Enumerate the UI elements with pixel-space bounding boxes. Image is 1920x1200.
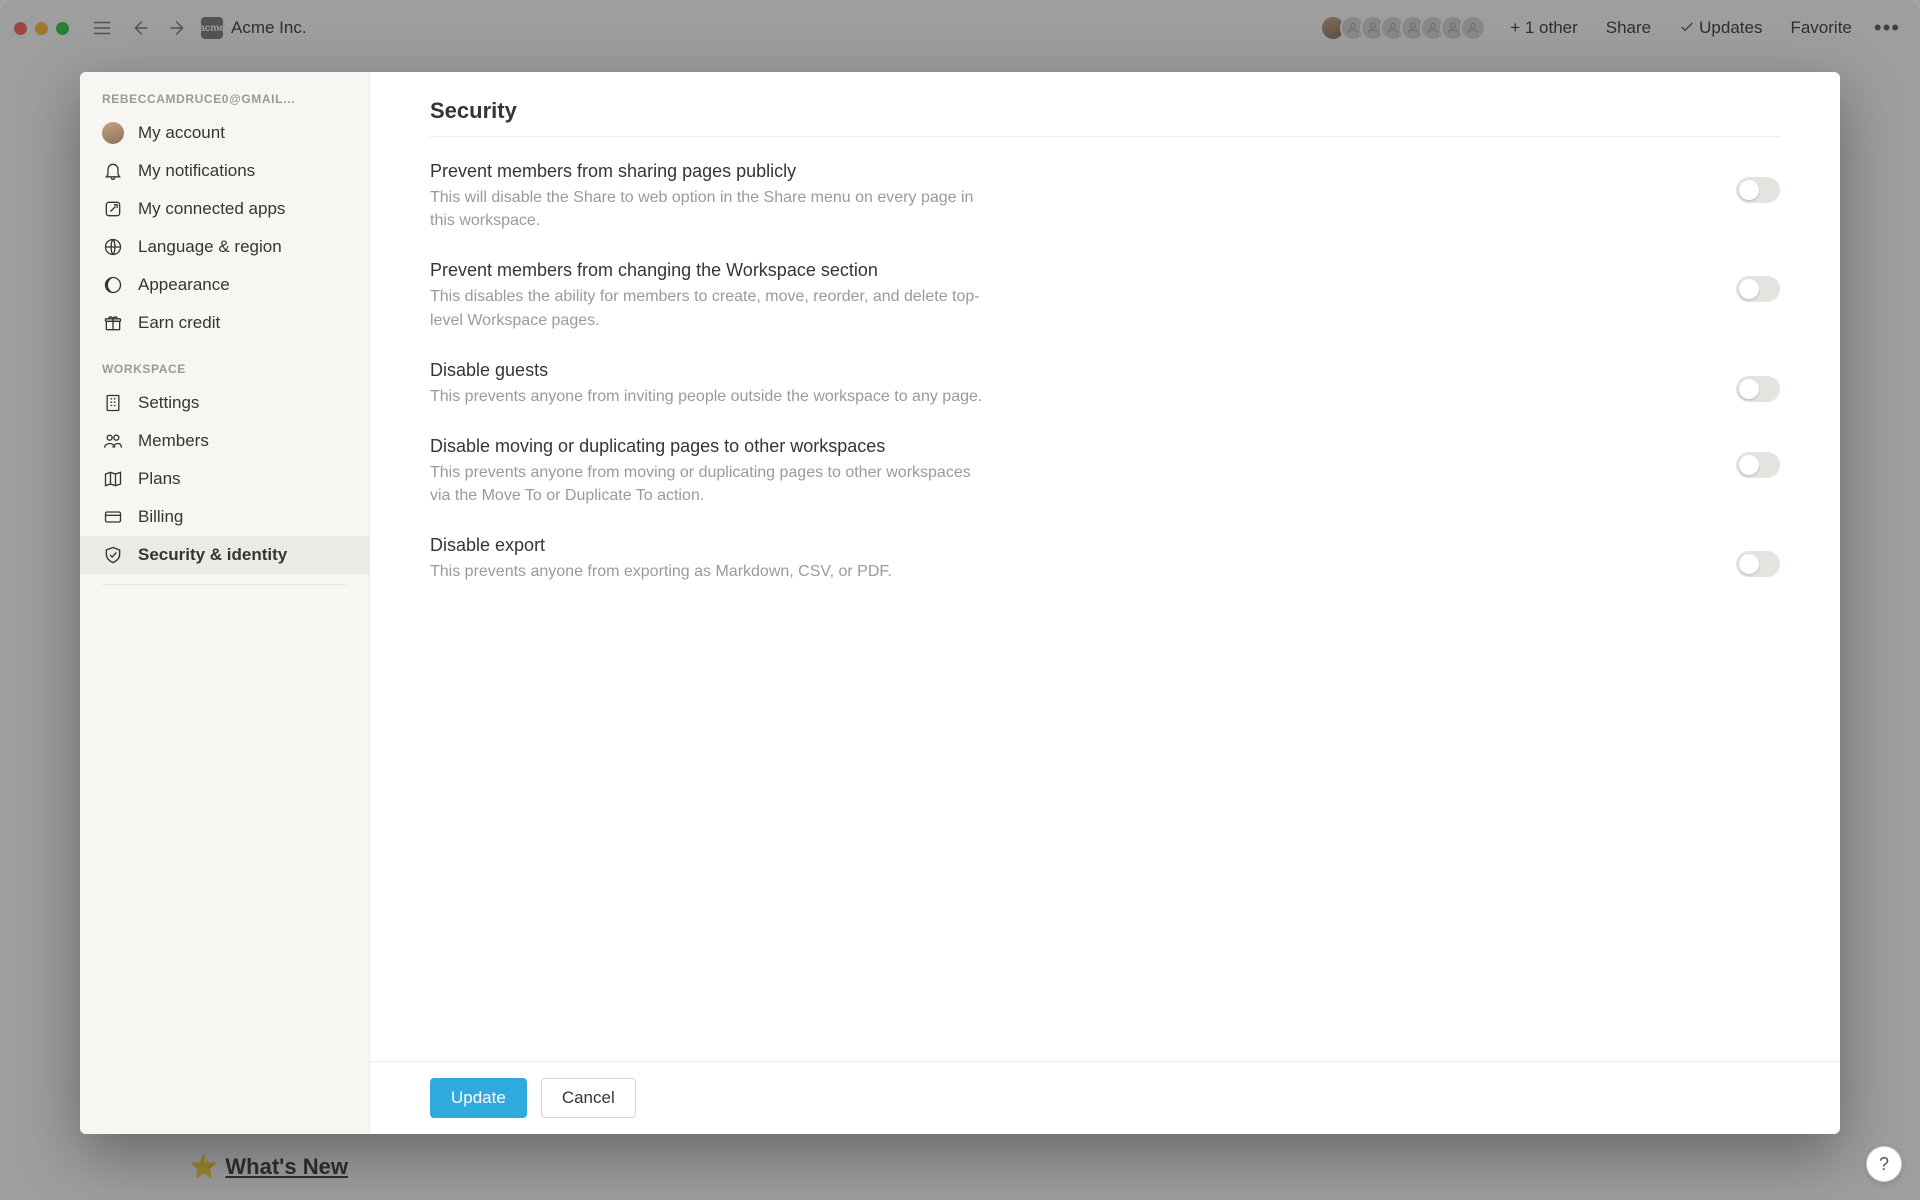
sidebar-item-settings[interactable]: Settings	[80, 384, 369, 422]
setting-description: This will disable the Share to web optio…	[430, 186, 990, 232]
toggle-disable-export[interactable]	[1736, 551, 1780, 577]
sidebar-item-label: Language & region	[138, 237, 282, 257]
gift-icon	[102, 312, 124, 334]
settings-scroll-area: Security Prevent members from sharing pa…	[370, 72, 1840, 1061]
sidebar-item-security[interactable]: Security & identity	[80, 536, 369, 574]
setting-row: Prevent members from changing the Worksp…	[430, 260, 1780, 331]
sidebar-item-label: My connected apps	[138, 199, 285, 219]
toggle-disable-move-duplicate[interactable]	[1736, 452, 1780, 478]
toggle-prevent-workspace-changes[interactable]	[1736, 276, 1780, 302]
setting-description: This prevents anyone from exporting as M…	[430, 560, 990, 583]
setting-row: Disable export This prevents anyone from…	[430, 535, 1780, 583]
cancel-button[interactable]: Cancel	[541, 1078, 636, 1118]
update-button[interactable]: Update	[430, 1078, 527, 1118]
account-section-header: REBECCAMDRUCE0@GMAIL…	[80, 92, 369, 114]
app-window: acme Acme Inc. + 1 other Share Updates F…	[0, 0, 1920, 1200]
building-icon	[102, 392, 124, 414]
sidebar-item-label: My notifications	[138, 161, 255, 181]
sidebar-item-language-region[interactable]: Language & region	[80, 228, 369, 266]
setting-description: This disables the ability for members to…	[430, 285, 990, 331]
avatar-icon	[102, 122, 124, 144]
setting-description: This prevents anyone from inviting peopl…	[430, 385, 990, 408]
sidebar-item-connected-apps[interactable]: My connected apps	[80, 190, 369, 228]
workspace-section-header: WORKSPACE	[80, 362, 369, 384]
page-title: Security	[430, 98, 1780, 137]
sidebar-item-label: Plans	[138, 469, 181, 489]
setting-label: Prevent members from sharing pages publi…	[430, 161, 1696, 182]
globe-icon	[102, 236, 124, 258]
shield-icon	[102, 544, 124, 566]
setting-label: Disable export	[430, 535, 1696, 556]
settings-sidebar: REBECCAMDRUCE0@GMAIL… My account My noti…	[80, 72, 370, 1134]
toggle-prevent-public-sharing[interactable]	[1736, 177, 1780, 203]
settings-main: Security Prevent members from sharing pa…	[370, 72, 1840, 1134]
toggle-disable-guests[interactable]	[1736, 376, 1780, 402]
card-icon	[102, 506, 124, 528]
sidebar-item-label: Settings	[138, 393, 199, 413]
sidebar-divider	[102, 584, 347, 585]
sidebar-item-members[interactable]: Members	[80, 422, 369, 460]
sidebar-item-appearance[interactable]: Appearance	[80, 266, 369, 304]
settings-modal: REBECCAMDRUCE0@GMAIL… My account My noti…	[80, 72, 1840, 1134]
sidebar-item-my-notifications[interactable]: My notifications	[80, 152, 369, 190]
sidebar-item-label: Billing	[138, 507, 183, 527]
sidebar-item-label: Earn credit	[138, 313, 220, 333]
setting-description: This prevents anyone from moving or dupl…	[430, 461, 990, 507]
sidebar-item-label: Security & identity	[138, 545, 287, 565]
setting-row: Disable moving or duplicating pages to o…	[430, 436, 1780, 507]
setting-label: Disable moving or duplicating pages to o…	[430, 436, 1696, 457]
sidebar-item-label: My account	[138, 123, 225, 143]
setting-label: Disable guests	[430, 360, 1696, 381]
setting-row: Disable guests This prevents anyone from…	[430, 360, 1780, 408]
sidebar-item-earn-credit[interactable]: Earn credit	[80, 304, 369, 342]
map-icon	[102, 468, 124, 490]
setting-row: Prevent members from sharing pages publi…	[430, 161, 1780, 232]
sidebar-item-label: Appearance	[138, 275, 230, 295]
setting-label: Prevent members from changing the Worksp…	[430, 260, 1696, 281]
link-icon	[102, 198, 124, 220]
settings-footer: Update Cancel	[370, 1061, 1840, 1134]
bell-icon	[102, 160, 124, 182]
sidebar-item-billing[interactable]: Billing	[80, 498, 369, 536]
sidebar-item-plans[interactable]: Plans	[80, 460, 369, 498]
sidebar-item-label: Members	[138, 431, 209, 451]
moon-icon	[102, 274, 124, 296]
sidebar-item-my-account[interactable]: My account	[80, 114, 369, 152]
help-button[interactable]: ?	[1866, 1146, 1902, 1182]
people-icon	[102, 430, 124, 452]
